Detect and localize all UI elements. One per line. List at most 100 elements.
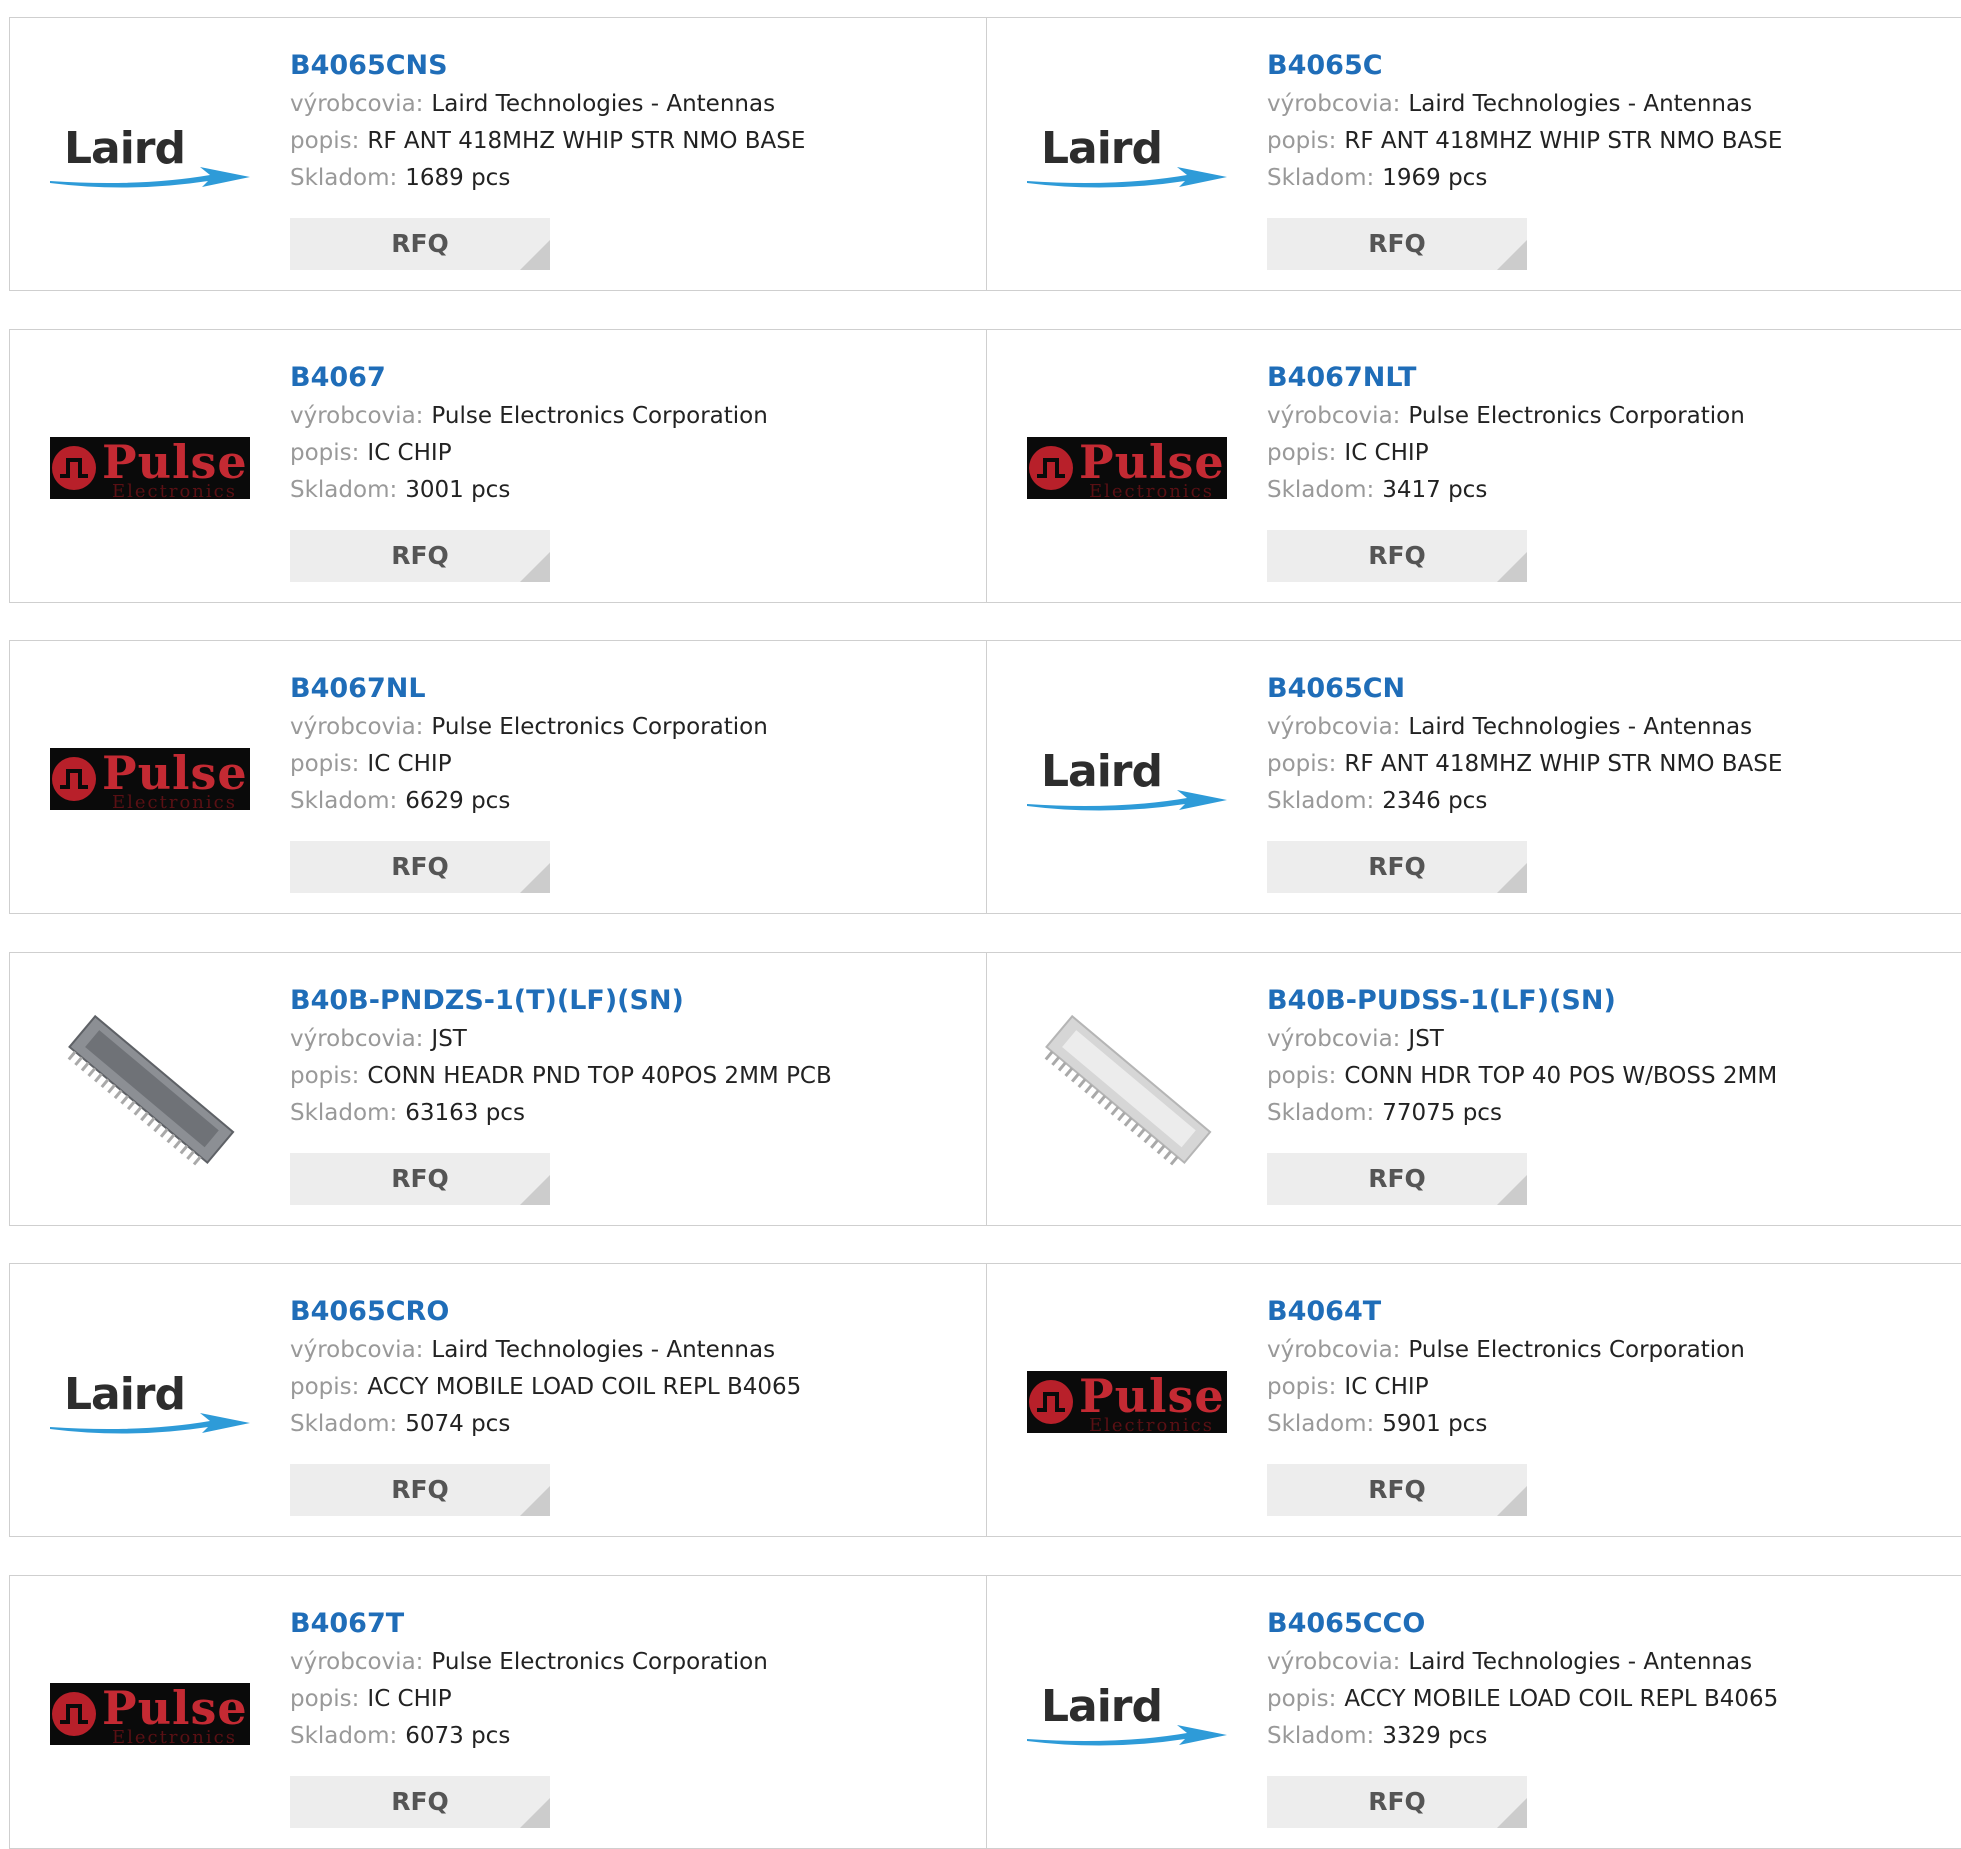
manufacturer-value: Pulse Electronics Corporation [1408, 1337, 1745, 1363]
product-image[interactable]: Pulse Electronics [50, 368, 250, 568]
corner-triangle-icon [520, 1486, 550, 1516]
stock-label: Skladom: [1267, 165, 1375, 191]
pulse-logo: Pulse Electronics [1027, 436, 1227, 499]
stock-label: Skladom: [290, 1722, 398, 1749]
stock-line: Skladom: 3329 pcs [1267, 1718, 1947, 1755]
stock-label: Skladom: [290, 476, 398, 503]
product-image[interactable]: Laird [1027, 1614, 1227, 1814]
description-label: popis: [1267, 128, 1337, 154]
rfq-button[interactable]: RFQ [1267, 1464, 1527, 1516]
description-value: ACCY MOBILE LOAD COIL REPL B4065 [1344, 1685, 1779, 1712]
laird-wordmark: Laird [1041, 1680, 1163, 1732]
part-number-link[interactable]: B4065CN [1267, 669, 1947, 709]
product-info: B4065CRO výrobcovia: Laird Technologies - … [290, 1292, 970, 1443]
manufacturer-line: výrobcovia: Laird Technologies - Antennas [290, 1332, 970, 1369]
product-row: Laird B4065CRO výrobcovia: Laird Technologi… [9, 1263, 1961, 1537]
product-image[interactable]: Laird [50, 1302, 250, 1502]
part-number-link[interactable]: B4065CNS [290, 46, 970, 86]
product-card: Laird B4065CNS výrobcovia: Laird Technologi… [9, 17, 987, 291]
part-number-link[interactable]: B4065C [1267, 46, 1947, 86]
pulse-logo: Pulse Electronics [50, 748, 250, 810]
product-image[interactable]: Pulse Electronics [50, 1614, 250, 1814]
rfq-label: RFQ [391, 540, 449, 570]
description-line: popis: ACCY MOBILE LOAD COIL REPL B4065 [290, 1369, 970, 1406]
product-image[interactable]: Pulse Electronics [1027, 1302, 1227, 1502]
stock-line: Skladom: 5901 pcs [1267, 1406, 1947, 1443]
product-card: Pulse Electronics B4067 výrobcovia: Pulse El… [9, 328, 987, 603]
product-card: Laird B4065CRO výrobcovia: Laird Technologi… [9, 1263, 987, 1537]
rfq-button[interactable]: RFQ [1267, 841, 1527, 893]
pulse-subtitle: Electronics [112, 1726, 237, 1745]
rfq-button[interactable]: RFQ [290, 1152, 550, 1205]
description-value: RF ANT 418MHZ WHIP STR NMO BASE [367, 128, 806, 154]
part-number-link[interactable]: B40B-PNDZS-1(T)(LF)(SN) [290, 981, 970, 1021]
stock-label: Skladom: [1267, 1722, 1375, 1749]
product-card: Pulse Electronics B4064T výrobcovia: Pulse E… [986, 1263, 1961, 1537]
pulse-mark-icon [1029, 1380, 1073, 1424]
description-line: popis: RF ANT 418MHZ WHIP STR NMO BASE [1267, 746, 1947, 783]
product-image[interactable]: Pulse Electronics [50, 679, 250, 879]
description-value: ACCY MOBILE LOAD COIL REPL B4065 [367, 1374, 802, 1400]
part-number-link[interactable]: B4067NLT [1267, 358, 1947, 398]
manufacturer-value: JST [1408, 1025, 1444, 1052]
part-number-link[interactable]: B4067 [290, 358, 970, 398]
description-line: popis: IC CHIP [1267, 435, 1947, 472]
rfq-button[interactable]: RFQ [290, 841, 550, 893]
laird-wordmark: Laird [64, 1369, 186, 1420]
rfq-button[interactable]: RFQ [1267, 218, 1527, 270]
product-image[interactable]: Laird [1027, 679, 1227, 879]
part-number-link[interactable]: B4065CRO [290, 1292, 970, 1332]
stock-value: 77075 pcs [1382, 1099, 1502, 1126]
stock-line: Skladom: 1969 pcs [1267, 160, 1947, 197]
rfq-button[interactable]: RFQ [290, 1464, 550, 1516]
rfq-button[interactable]: RFQ [1267, 1152, 1527, 1205]
manufacturer-line: výrobcovia: Laird Technologies - Antennas [290, 86, 970, 123]
pulse-subtitle: Electronics [112, 792, 237, 810]
product-image[interactable] [50, 991, 250, 1191]
description-label: popis: [290, 1374, 360, 1400]
product-image[interactable]: Pulse Electronics [1027, 368, 1227, 568]
manufacturer-value: Laird Technologies - Antennas [1408, 714, 1753, 740]
stock-value: 3329 pcs [1382, 1722, 1488, 1749]
pulse-mark-icon [52, 1691, 96, 1736]
rfq-button[interactable]: RFQ [290, 218, 550, 270]
stock-line: Skladom: 1689 pcs [290, 160, 970, 197]
stock-line: Skladom: 63163 pcs [290, 1095, 970, 1132]
pulse-logo: Pulse Electronics [50, 436, 250, 499]
pulse-subtitle: Electronics [1089, 1415, 1214, 1433]
rfq-button[interactable]: RFQ [1267, 1775, 1527, 1828]
stock-line: Skladom: 3001 pcs [290, 472, 970, 509]
rfq-button[interactable]: RFQ [290, 529, 550, 582]
manufacturer-line: výrobcovia: Laird Technologies - Antennas [1267, 86, 1947, 123]
stock-value: 5074 pcs [405, 1411, 511, 1437]
laird-logo: Laird [50, 1367, 250, 1437]
stock-label: Skladom: [290, 788, 398, 814]
manufacturer-value: Laird Technologies - Antennas [1408, 1648, 1753, 1675]
product-image[interactable]: Laird [1027, 56, 1227, 256]
stock-label: Skladom: [1267, 1099, 1375, 1126]
part-number-link[interactable]: B4067T [290, 1604, 970, 1644]
corner-triangle-icon [520, 863, 550, 893]
pulse-logo: Pulse Electronics [50, 1682, 250, 1745]
corner-triangle-icon [1497, 863, 1527, 893]
part-number-link[interactable]: B4067NL [290, 669, 970, 709]
description-line: popis: CONN HDR TOP 40 POS W/BOSS 2MM [1267, 1058, 1947, 1095]
pulse-mark-icon [52, 757, 96, 801]
rfq-label: RFQ [1368, 1163, 1426, 1193]
rfq-button[interactable]: RFQ [290, 1775, 550, 1828]
description-label: popis: [1267, 1685, 1337, 1712]
rfq-label: RFQ [1368, 852, 1426, 881]
product-image[interactable]: Laird [50, 56, 250, 256]
laird-wordmark: Laird [1041, 746, 1163, 797]
part-number-link[interactable]: B40B-PUDSS-1(LF)(SN) [1267, 981, 1947, 1021]
manufacturer-label: výrobcovia: [1267, 91, 1401, 117]
stock-value: 2346 pcs [1382, 788, 1488, 814]
part-number-link[interactable]: B4065CCO [1267, 1604, 1947, 1644]
laird-wordmark: Laird [64, 123, 186, 174]
manufacturer-value: Pulse Electronics Corporation [1408, 402, 1745, 429]
product-info: B4067T výrobcovia: Pulse Electronics Corpo… [290, 1604, 970, 1755]
rfq-button[interactable]: RFQ [1267, 529, 1527, 582]
product-image[interactable] [1027, 991, 1227, 1191]
manufacturer-line: výrobcovia: JST [1267, 1021, 1947, 1058]
part-number-link[interactable]: B4064T [1267, 1292, 1947, 1332]
